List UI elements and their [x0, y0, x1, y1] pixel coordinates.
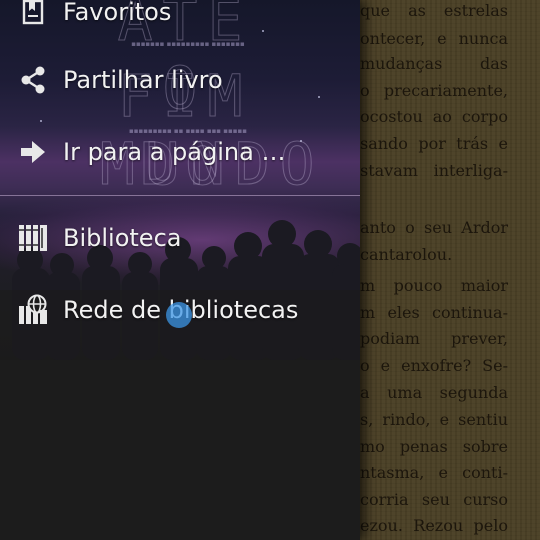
menu-item-go-to-page[interactable]: Ir para a página …	[0, 120, 360, 184]
book-text-line: ezou. Rezou pelo	[360, 516, 508, 535]
book-text-line: anto o seu Ardor	[360, 218, 508, 237]
drawer-divider	[0, 195, 360, 196]
book-text-line: s, rindo, e sentiu	[360, 410, 508, 429]
book-text-line: corria seu curso	[360, 490, 508, 509]
library-icon	[17, 222, 49, 254]
book-text-line: stavam interliga-	[360, 161, 508, 180]
menu-item-share-book[interactable]: Partilhar livro	[0, 48, 360, 112]
menu-item-label: Biblioteca	[63, 224, 182, 252]
book-text-line: que as estrelas	[360, 1, 508, 20]
book-text-line: m pouco maior	[360, 276, 508, 295]
navigation-drawer: ATÉ O FIM DO MUNDO ▪▪▪▪▪▪▪ ▪▪▪▪▪▪▪▪▪ ▪▪▪…	[0, 0, 360, 540]
menu-item-label: Ir para a página …	[63, 138, 286, 166]
book-text-line: mo penas sobre	[360, 437, 508, 456]
book-text-line: a uma segunda	[360, 383, 508, 402]
book-text-line: m eles continua-	[360, 303, 508, 322]
share-icon	[17, 64, 49, 96]
book-text-line: podiam prever,	[360, 329, 508, 348]
book-text-line: ntasma, e conti-	[360, 463, 508, 482]
book-text-line: o precariamente,	[360, 81, 508, 100]
bookmarks-icon	[17, 0, 49, 28]
book-text-line: mudanças das	[360, 54, 508, 73]
book-text-line: ocostou ao corpo	[360, 107, 508, 126]
arrow-right-icon	[17, 136, 49, 168]
menu-item-favorites[interactable]: Favoritos	[0, 0, 360, 44]
menu-item-label: Partilhar livro	[63, 66, 223, 94]
book-text-line: cantarolou.	[360, 245, 453, 264]
book-text-line: o e enxofre? Se-	[360, 356, 508, 375]
book-text-line: sando por trás e	[360, 134, 508, 153]
menu-item-label: Favoritos	[63, 0, 172, 26]
touch-indicator	[166, 302, 192, 328]
menu-item-library[interactable]: Biblioteca	[0, 206, 360, 270]
network-library-icon	[17, 294, 49, 326]
book-text-line: ontecer, e nunca	[360, 29, 508, 48]
